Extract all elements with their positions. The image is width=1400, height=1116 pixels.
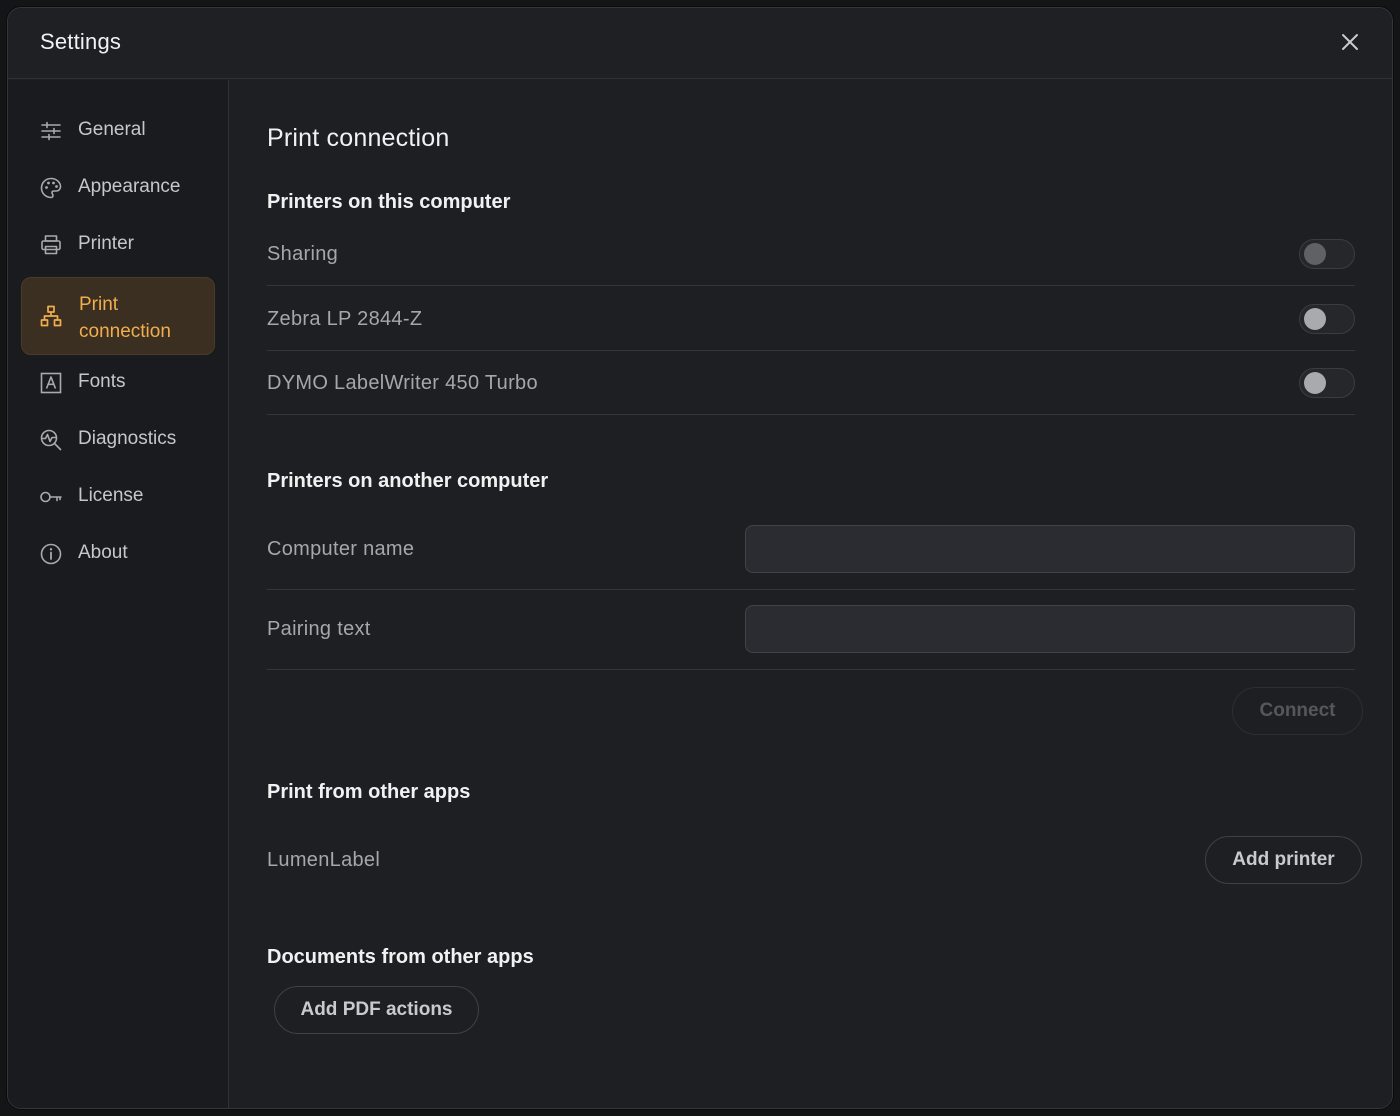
font-icon: [40, 372, 62, 394]
setting-label: DYMO LabelWriter 450 Turbo: [267, 372, 538, 394]
printer-toggle-zebra[interactable]: [1299, 304, 1355, 334]
setting-row-computer-name: Computer name: [267, 510, 1355, 590]
printer-toggle-dymo[interactable]: [1299, 368, 1355, 398]
setting-label: Sharing: [267, 243, 339, 265]
diagnostics-icon: [40, 429, 62, 451]
setting-row-printer: Zebra LP 2844-Z: [267, 287, 1355, 351]
settings-content: Print connection Printers on this comput…: [229, 80, 1392, 1108]
section-heading-remote-printers: Printers on another computer: [267, 470, 549, 492]
toggle-knob: [1304, 308, 1326, 330]
sidebar-item-label: Print connection: [79, 294, 171, 342]
sidebar-item-printer[interactable]: Printer: [21, 220, 215, 270]
info-icon: [40, 543, 62, 565]
settings-dialog: Settings General Appearance Printer Prin…: [7, 7, 1393, 1109]
close-icon: [1342, 34, 1358, 50]
sidebar-item-diagnostics[interactable]: Diagnostics: [21, 415, 215, 465]
key-icon: [40, 491, 62, 503]
section-heading-other-apps: Print from other apps: [267, 781, 471, 803]
sidebar-item-appearance[interactable]: Appearance: [21, 163, 215, 213]
toggle-knob: [1304, 243, 1326, 265]
setting-row-sharing: Sharing: [267, 222, 1355, 286]
sidebar-item-label: Printer: [78, 233, 134, 254]
setting-row-printer: DYMO LabelWriter 450 Turbo: [267, 351, 1355, 415]
sidebar-item-license[interactable]: License: [21, 472, 215, 522]
setting-label: Pairing text: [267, 618, 371, 640]
close-button[interactable]: [1338, 30, 1362, 54]
pairing-text-input[interactable]: [745, 605, 1355, 653]
sidebar-item-label: General: [78, 119, 146, 140]
dialog-titlebar: Settings: [8, 8, 1392, 79]
setting-label: Computer name: [267, 538, 415, 560]
printer-icon: [41, 235, 61, 255]
setting-label: Zebra LP 2844-Z: [267, 308, 423, 330]
app-name-label: LumenLabel: [267, 849, 381, 871]
connect-button[interactable]: Connect: [1232, 687, 1363, 735]
sliders-icon: [41, 121, 61, 141]
section-heading-local-printers: Printers on this computer: [267, 191, 511, 213]
setting-row-pairing-text: Pairing text: [267, 590, 1355, 670]
sharing-toggle[interactable]: [1299, 239, 1355, 269]
dialog-title: Settings: [40, 29, 122, 54]
sidebar-item-fonts[interactable]: Fonts: [21, 358, 215, 408]
sidebar-item-about[interactable]: About: [21, 529, 215, 579]
sidebar-item-label: License: [78, 485, 144, 506]
section-heading-documents: Documents from other apps: [267, 946, 534, 968]
palette-icon: [40, 177, 62, 199]
network-icon: [40, 305, 62, 327]
computer-name-input[interactable]: [745, 525, 1355, 573]
toggle-knob: [1304, 372, 1326, 394]
page-title: Print connection: [267, 124, 450, 152]
sidebar-item-label: About: [78, 542, 128, 563]
sidebar-item-label: Fonts: [78, 371, 126, 392]
sidebar-item-print-connection[interactable]: Print connection: [21, 277, 215, 355]
sidebar-item-label: Diagnostics: [78, 428, 177, 449]
add-pdf-actions-button[interactable]: Add PDF actions: [274, 986, 479, 1034]
sidebar-item-label: Appearance: [78, 176, 181, 197]
settings-sidebar: General Appearance Printer Print connect…: [8, 80, 229, 1108]
add-printer-button[interactable]: Add printer: [1205, 836, 1362, 884]
sidebar-item-general[interactable]: General: [21, 106, 215, 156]
